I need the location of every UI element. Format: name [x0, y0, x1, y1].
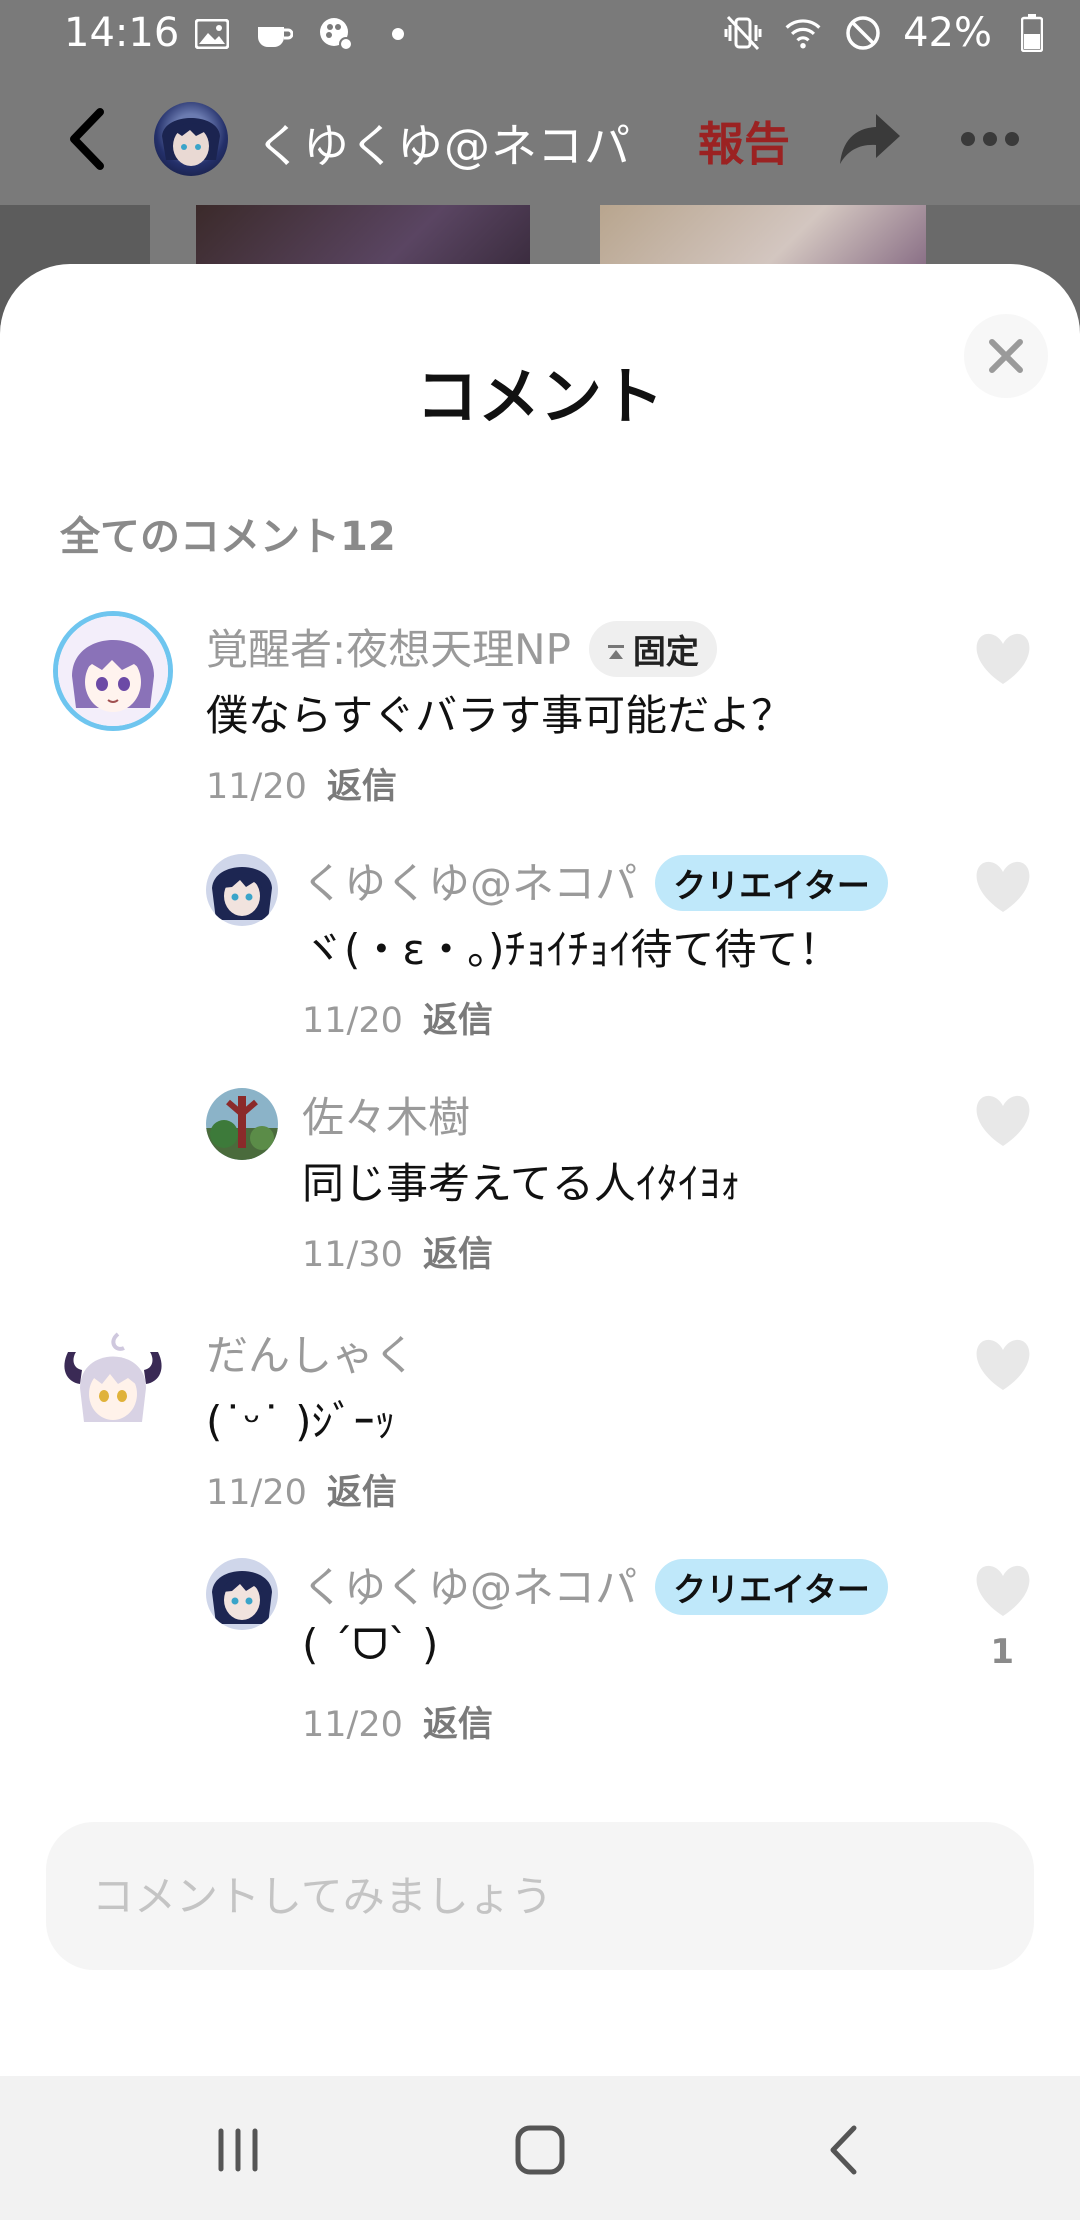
pinned-badge: 固定 — [588, 620, 717, 677]
cup-icon — [254, 14, 294, 54]
comment-author-name[interactable]: だんしゃく — [206, 1331, 416, 1380]
comment-author-name[interactable]: 佐々木樹 — [302, 1093, 470, 1142]
paint-icon — [316, 14, 356, 54]
system-icons: 42% — [723, 10, 1052, 56]
comment-author[interactable]: だんしゃく — [206, 1322, 416, 1383]
heart-icon[interactable] — [974, 1094, 1032, 1148]
block-icon — [843, 13, 883, 53]
reply-button[interactable]: 返信 — [423, 1235, 493, 1275]
comment-text: ( ˊᗜˋ ) — [302, 1620, 439, 1669]
battery-percent: 42% — [903, 10, 992, 56]
more-dots-icon — [961, 132, 1019, 146]
reply-button[interactable]: 返信 — [327, 767, 397, 807]
pin-icon — [607, 645, 624, 659]
status-bar: 14:16 42% — [0, 0, 1080, 76]
post-header: くゆくゆ@ネコパ 報告 — [0, 90, 1080, 186]
pinned-badge-label: 固定 — [632, 631, 699, 671]
comment-author-name[interactable]: くゆくゆ@ネコパ — [302, 1563, 637, 1612]
system-back-button[interactable] — [812, 2122, 876, 2178]
system-nav-bar — [0, 2076, 1080, 2220]
comment-author[interactable]: くゆくゆ@ネコパ クリエイター — [302, 1554, 888, 1619]
avatar[interactable] — [206, 1558, 278, 1630]
comment-meta: 11/20 返信 — [206, 1464, 397, 1515]
comment-count-label: 全てのコメント12 — [60, 514, 396, 560]
comment-text: (˙ᵕ˙ )ｼﾞｰｯ — [206, 1397, 396, 1446]
comment-date: 11/20 — [302, 1001, 403, 1041]
heart-icon[interactable] — [974, 632, 1032, 686]
chevron-left-icon — [70, 108, 104, 170]
comment-text: 僕ならすぐバラす事可能だよ？ — [206, 691, 794, 740]
heart-icon[interactable] — [974, 1564, 1032, 1618]
comment-meta: 11/20 返信 — [206, 758, 397, 809]
comment-author[interactable]: 覚醒者:夜想天理NP 固定 — [206, 616, 717, 681]
share-button[interactable] — [838, 108, 902, 168]
creator-badge: クリエイター — [655, 1558, 888, 1615]
reply-button[interactable]: 返信 — [327, 1473, 397, 1513]
comment-author[interactable]: くゆくゆ@ネコパ クリエイター — [302, 850, 888, 915]
comment-date: 11/20 — [206, 1473, 307, 1513]
comment-date: 11/30 — [302, 1235, 403, 1275]
battery-icon — [1012, 13, 1052, 53]
avatar[interactable] — [206, 854, 278, 926]
notification-icons — [192, 14, 418, 54]
reply-button[interactable]: 返信 — [423, 1001, 493, 1041]
home-button[interactable] — [508, 2122, 572, 2178]
comment-meta: 11/20 返信 — [302, 1696, 493, 1747]
report-button[interactable]: 報告 — [698, 108, 790, 174]
creator-badge: クリエイター — [655, 854, 888, 911]
sheet-title: コメント — [415, 360, 664, 433]
comment-input[interactable] — [46, 1822, 1034, 1970]
comment-sheet: コメント 全てのコメント12 覚醒者:夜想天理NP 固定 僕ならすぐバラす事可能だ… — [0, 264, 1080, 2076]
back-button[interactable] — [60, 104, 120, 174]
comment-text: 同じ事考えてる人ｲﾀｲﾖｫ — [302, 1159, 741, 1208]
comment-meta: 11/30 返信 — [302, 1226, 493, 1277]
heart-icon[interactable] — [974, 860, 1032, 914]
comment-text: ヾ(・ε・。)ﾁｮｲﾁｮｲ待て待て！ — [302, 925, 841, 974]
avatar[interactable] — [58, 616, 168, 726]
header-avatar[interactable] — [154, 102, 228, 176]
dot-icon — [378, 14, 418, 54]
status-time: 14:16 — [64, 10, 180, 56]
mute-vibrate-icon — [723, 13, 763, 53]
comment-author[interactable]: 佐々木樹 — [302, 1084, 470, 1145]
wifi-icon — [783, 13, 823, 53]
recent-apps-button[interactable] — [206, 2122, 270, 2178]
header-user-name[interactable]: くゆくゆ@ネコパ — [256, 110, 631, 176]
comment-date: 11/20 — [302, 1705, 403, 1745]
back-icon — [830, 2125, 857, 2175]
like-count: 1 — [990, 1632, 1014, 1672]
avatar[interactable] — [58, 1322, 168, 1432]
home-icon — [515, 2125, 565, 2175]
image-icon — [192, 14, 232, 54]
more-options-button[interactable] — [960, 124, 1020, 154]
comment-date: 11/20 — [206, 767, 307, 807]
comment-meta: 11/20 返信 — [302, 992, 493, 1043]
heart-icon[interactable] — [974, 1338, 1032, 1392]
comment-author-name[interactable]: 覚醒者:夜想天理NP — [206, 625, 571, 674]
comment-author-name[interactable]: くゆくゆ@ネコパ — [302, 859, 637, 908]
share-arrow-icon — [840, 114, 900, 164]
reply-button[interactable]: 返信 — [423, 1705, 493, 1745]
recent-apps-icon — [218, 2128, 258, 2172]
avatar[interactable] — [206, 1088, 278, 1160]
